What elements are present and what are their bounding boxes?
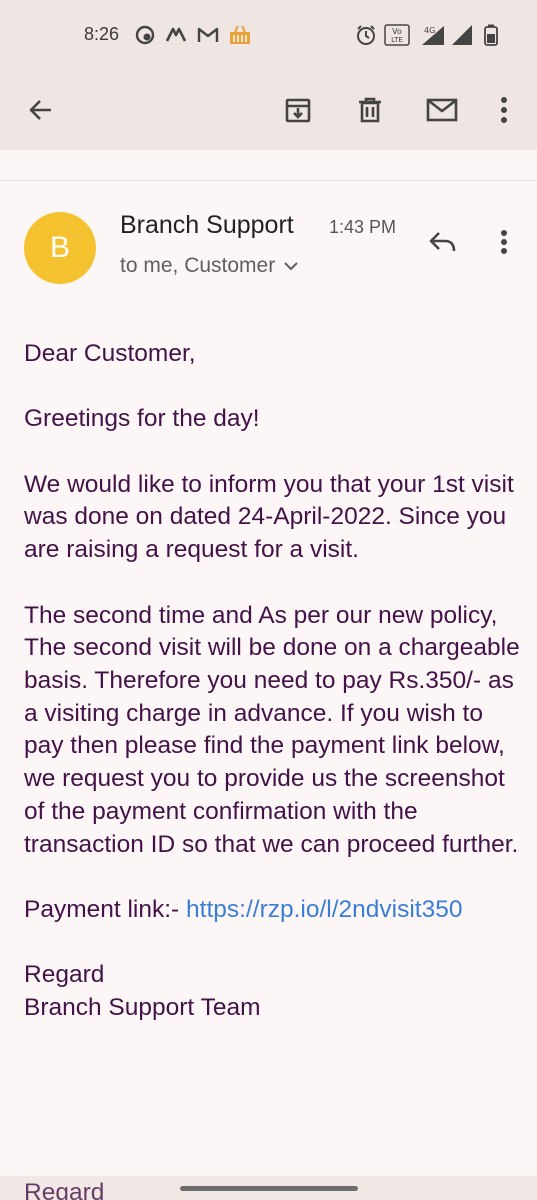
more-vert-icon: [501, 97, 507, 123]
svg-text:Vo: Vo: [392, 27, 402, 36]
reply-button[interactable]: [420, 220, 464, 264]
message-time: 1:43 PM: [329, 217, 397, 237]
archive-icon: [285, 98, 311, 123]
reply-icon: [429, 232, 456, 252]
gmail-icon: [196, 24, 220, 46]
greetings-line: Greetings for the day!: [24, 405, 260, 433]
payment-label: Payment link:-: [24, 895, 187, 923]
message-more-button[interactable]: [482, 220, 526, 264]
mail-icon: [426, 98, 458, 122]
signal-icon: [450, 24, 474, 46]
signature-line-2: Branch Support Team: [24, 993, 261, 1021]
status-time: 8:26: [84, 24, 120, 44]
shopping-basket-icon: [227, 24, 253, 46]
avatar-letter: B: [49, 231, 70, 264]
more-vert-icon: [501, 230, 507, 254]
delete-button[interactable]: [346, 86, 394, 134]
chevron-down-icon: [283, 261, 299, 271]
payment-paragraph: Payment link:- https://rzp.io/l/2ndvisit…: [24, 894, 524, 927]
back-arrow-icon: [29, 100, 51, 120]
message-body: Dear Customer, Greetings for the day! We…: [24, 338, 524, 1025]
back-button[interactable]: [17, 86, 65, 134]
body-paragraph-2: The second time and As per our new polic…: [24, 601, 520, 858]
signature-line-1: Regard: [24, 961, 105, 989]
svg-text:LTE: LTE: [391, 36, 403, 44]
app-icon: [134, 24, 156, 46]
payment-link[interactable]: https://rzp.io/l/2ndvisit350: [186, 896, 462, 923]
archive-button[interactable]: [274, 86, 322, 134]
cutoff-text: Regard: [24, 1179, 105, 1200]
recipients-text: to me, Customer: [120, 254, 276, 277]
recipients-toggle[interactable]: to me, Customer: [120, 254, 299, 278]
battery-icon: [482, 24, 500, 46]
more-options-button[interactable]: [480, 86, 528, 134]
header-divider: [0, 180, 537, 181]
top-app-bar: [0, 70, 537, 150]
mark-unread-button[interactable]: [418, 86, 466, 134]
greeting-line: Dear Customer,: [24, 340, 196, 367]
body-paragraph-1: We would like to inform you that your 1s…: [24, 470, 514, 564]
gesture-handle[interactable]: [180, 1186, 358, 1191]
signal-4g-icon: 4G: [416, 24, 446, 46]
svg-text:4G: 4G: [424, 26, 435, 35]
app-icon-2: [163, 24, 189, 46]
sender-avatar[interactable]: B: [24, 212, 96, 284]
sender-name: Branch Support: [120, 211, 294, 239]
volte-icon: Vo LTE: [384, 24, 410, 46]
trash-icon: [359, 97, 381, 123]
alarm-icon: [354, 24, 378, 46]
status-bar: 8:26 Vo LTE 4G: [0, 0, 537, 70]
